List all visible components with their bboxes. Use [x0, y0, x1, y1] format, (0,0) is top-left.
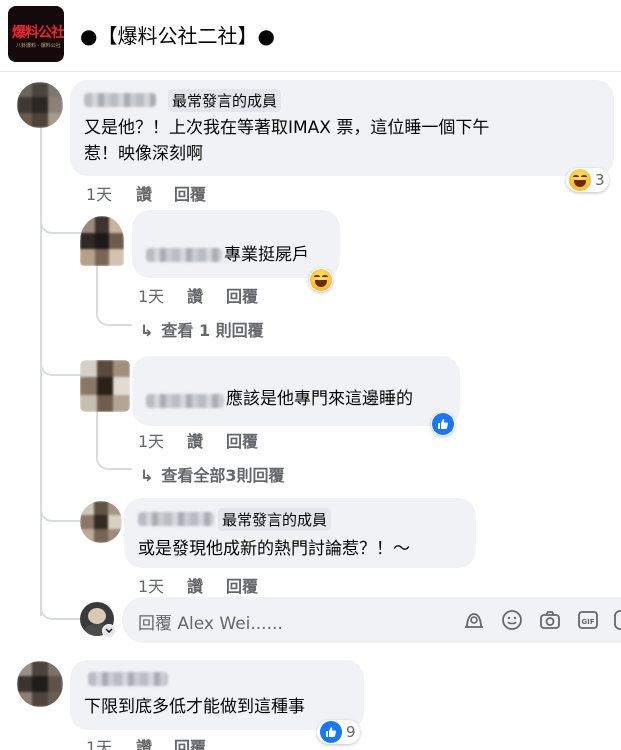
comment-time[interactable]: 1天	[138, 573, 164, 597]
avatar[interactable]	[80, 360, 130, 412]
commenter-name-blurred[interactable]	[146, 248, 222, 262]
reply-branch	[96, 260, 98, 312]
reaction-count: 9	[346, 723, 356, 741]
comment-time[interactable]: 1天	[138, 283, 164, 307]
thread-branch	[40, 508, 80, 522]
reaction-summary[interactable]	[309, 268, 333, 292]
avatar[interactable]	[80, 216, 124, 266]
comment-time[interactable]: 1天	[86, 734, 112, 750]
reply-arrow-icon: ↳	[140, 466, 154, 485]
logo-text: 爆料公社	[12, 25, 64, 41]
camera-icon[interactable]	[538, 608, 562, 632]
comment-bubble: 最常發言的成員 又是他？！上次我在等著取IMAX 票，這位睡一個下午 惹！映像深…	[70, 80, 614, 176]
group-header: 爆料公社 八卦爆料 · 爆料公社 ●【爆料公社二社】●	[0, 0, 621, 72]
like-reaction-icon	[320, 721, 342, 743]
like-button[interactable]: 讚	[187, 428, 203, 452]
reaction-summary[interactable]: 9	[317, 720, 360, 744]
comment-bubble: 最常發言的成員 或是發現他成新的熱門討論惹？！～	[124, 498, 476, 568]
comment-bubble: 下限到底多低才能做到這種事	[70, 660, 364, 730]
thread-branch	[40, 606, 80, 620]
commenter-name-blurred[interactable]	[84, 93, 156, 107]
view-replies-link[interactable]: ↳ 查看全部3則回覆	[140, 462, 285, 486]
view-replies-label: 查看 1 則回覆	[161, 321, 264, 340]
comment-time[interactable]: 1天	[138, 428, 164, 452]
haha-icon	[310, 269, 332, 291]
comment-text: 專業挺屍戶	[224, 245, 309, 265]
sticker-icon[interactable]	[612, 608, 621, 632]
comment-bubble: 應該是他專門來這邊睡的	[132, 356, 460, 426]
comment-text: 惹！映像深刻啊	[84, 144, 203, 164]
group-logo[interactable]: 爆料公社 八卦爆料 · 爆料公社	[8, 6, 64, 62]
reaction-count: 3	[595, 171, 605, 189]
comment-text: 應該是他專門來這邊睡的	[226, 389, 413, 409]
top-contributor-badge: 最常發言的成員	[218, 508, 332, 531]
avatar-sticker-icon[interactable]	[462, 608, 486, 632]
comment-bubble: 專業挺屍戶	[132, 210, 340, 278]
reply-button[interactable]: 回覆	[226, 428, 258, 452]
view-replies-link[interactable]: ↳ 查看 1 則回覆	[140, 317, 264, 341]
view-replies-label: 查看全部3則回覆	[161, 466, 285, 485]
like-button[interactable]: 讚	[187, 283, 203, 307]
svg-text:GIF: GIF	[581, 618, 594, 626]
emoji-icon[interactable]	[500, 608, 524, 632]
reply-button[interactable]: 回覆	[174, 181, 206, 205]
commenter-name-blurred[interactable]	[88, 672, 168, 686]
logo-subtext: 八卦爆料 · 爆料公社	[16, 43, 61, 49]
reply-button[interactable]: 回覆	[226, 573, 258, 597]
reaction-summary[interactable]	[431, 412, 455, 436]
comment-text: 又是他？！上次我在等著取IMAX 票，這位睡一個下午	[84, 118, 490, 138]
reply-branch	[96, 312, 132, 326]
commenter-name-blurred[interactable]	[146, 394, 224, 408]
thread-branch	[40, 222, 84, 234]
reply-placeholder: 回覆 Alex Wei......	[138, 614, 283, 634]
reply-arrow-icon: ↳	[140, 321, 154, 340]
thread-branch	[40, 362, 84, 376]
avatar[interactable]	[80, 501, 122, 543]
reply-branch	[96, 408, 98, 456]
group-name[interactable]: ●【爆料公社二社】●	[80, 20, 275, 49]
reply-button[interactable]: 回覆	[174, 734, 206, 750]
avatar[interactable]	[17, 82, 63, 128]
comment-time[interactable]: 1天	[86, 181, 112, 205]
like-reaction-icon	[432, 413, 454, 435]
commenter-name-blurred[interactable]	[138, 512, 214, 526]
reaction-summary[interactable]: 3	[566, 168, 609, 192]
comment-text: 或是發現他成新的熱門討論惹？！～	[138, 539, 410, 559]
top-contributor-badge: 最常發言的成員	[168, 89, 282, 112]
avatar[interactable]	[17, 661, 63, 707]
like-button[interactable]: 讚	[187, 573, 203, 597]
reply-button[interactable]: 回覆	[226, 283, 258, 307]
gif-icon[interactable]: GIF	[576, 608, 600, 632]
account-switch-chevron-icon[interactable]	[102, 624, 116, 638]
reply-input[interactable]: 回覆 Alex Wei...... GIF	[122, 597, 621, 643]
reply-branch	[96, 456, 132, 470]
like-button[interactable]: 讚	[136, 181, 152, 205]
like-button[interactable]: 讚	[136, 734, 152, 750]
comment-text: 下限到底多低才能做到這種事	[84, 697, 305, 717]
haha-icon	[569, 169, 591, 191]
